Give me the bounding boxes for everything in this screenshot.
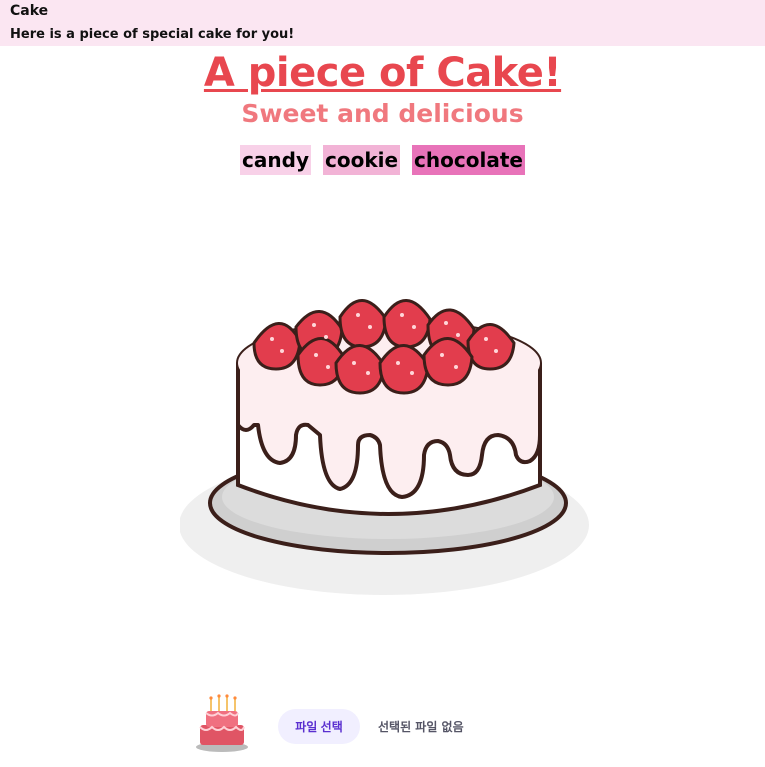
header-title: Cake: [10, 3, 49, 19]
tag-list: candy cookie chocolate: [0, 145, 765, 175]
cake-thumbnail: [194, 693, 250, 753]
file-status-text: 선택된 파일 없음: [378, 720, 464, 734]
tag-candy[interactable]: candy: [240, 145, 311, 175]
tag-chocolate[interactable]: chocolate: [412, 145, 525, 175]
cake-icon: [179, 299, 589, 595]
cake-illustration: [179, 285, 600, 605]
choose-file-button[interactable]: 파일 선택: [278, 709, 360, 744]
page-header: Cake Here is a piece of special cake for…: [0, 0, 765, 46]
header-subtitle: Here is a piece of special cake for you!: [10, 27, 295, 42]
page-subtitle: Sweet and delicious: [241, 99, 524, 128]
birthday-cake-icon: [196, 694, 248, 752]
page-title: A piece of Cake!: [203, 50, 562, 96]
tag-cookie[interactable]: cookie: [322, 145, 401, 175]
